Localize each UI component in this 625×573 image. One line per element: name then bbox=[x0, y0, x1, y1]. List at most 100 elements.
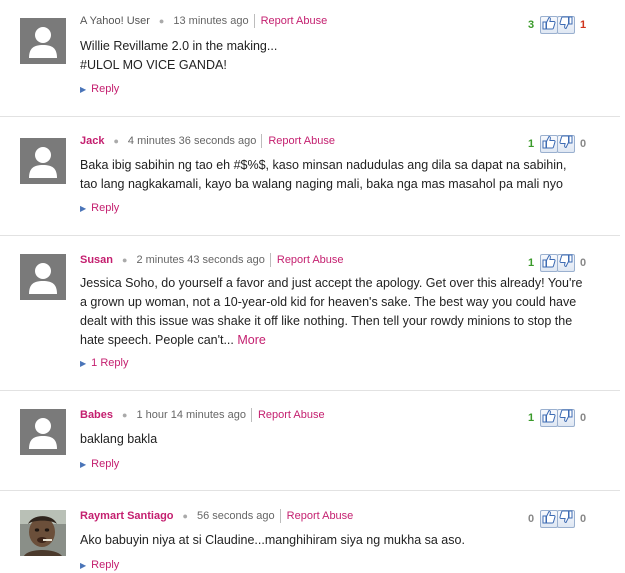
comment-text: Jessica Soho, do yourself a favor and ju… bbox=[80, 276, 583, 290]
report-abuse-link[interactable]: Report Abuse bbox=[287, 510, 354, 522]
comment-text: a grown up woman, not a 10-year-old kid … bbox=[80, 295, 577, 309]
vertical-separator bbox=[250, 408, 252, 422]
report-abuse-link[interactable]: Report Abuse bbox=[277, 254, 344, 266]
vertical-separator bbox=[261, 134, 263, 148]
comment-text-line: hate speech. People can't... More bbox=[80, 331, 600, 350]
thumbs-down-button[interactable] bbox=[557, 16, 575, 34]
thumbs-up-count: 1 bbox=[528, 257, 535, 269]
comment-timestamp: 4 minutes 36 seconds ago bbox=[127, 135, 257, 147]
bullet-separator: ● bbox=[113, 136, 119, 146]
comment-text: Baka ibig sabihin ng tao eh #$%$, kaso m… bbox=[80, 158, 567, 172]
reply-link[interactable]: ▶ Reply bbox=[80, 458, 119, 470]
thumbs-up-button[interactable] bbox=[540, 254, 558, 272]
reply-link[interactable]: ▶ Reply bbox=[80, 559, 119, 571]
user-avatar-photo[interactable] bbox=[20, 510, 66, 556]
comment-text-line: Baka ibig sabihin ng tao eh #$%$, kaso m… bbox=[80, 156, 600, 175]
thumbs-up-icon bbox=[542, 16, 556, 35]
comment-meta: Jack ● 4 minutes 36 seconds ago Report Abus… bbox=[80, 134, 335, 148]
reply-label: Reply bbox=[91, 202, 120, 214]
comment-divider bbox=[0, 235, 620, 236]
report-abuse-link[interactable]: Report Abuse bbox=[258, 409, 325, 421]
thumbs-up-button[interactable] bbox=[540, 510, 558, 528]
comment-text: tao lang nagkakamali, kayo ba walang nag… bbox=[80, 177, 563, 191]
vote-controls: 00 bbox=[528, 510, 590, 528]
reply-link[interactable]: ▶ Reply bbox=[80, 202, 119, 214]
comment-text-line: a grown up woman, not a 10-year-old kid … bbox=[80, 293, 600, 312]
thumbs-up-icon bbox=[542, 409, 556, 428]
comment-text: baklang bakla bbox=[80, 432, 158, 446]
comment-text: #ULOL MO VICE GANDA! bbox=[80, 58, 227, 72]
comment-body: baklang bakla bbox=[80, 430, 600, 449]
thumbs-up-count: 1 bbox=[528, 138, 535, 150]
vote-controls: 10 bbox=[528, 254, 590, 272]
more-link[interactable]: More bbox=[237, 333, 265, 347]
report-abuse-link[interactable]: Report Abuse bbox=[268, 135, 335, 147]
thumbs-up-button[interactable] bbox=[540, 135, 558, 153]
vote-controls: 10 bbox=[528, 135, 590, 153]
comment-timestamp: 13 minutes ago bbox=[173, 15, 249, 27]
default-avatar-icon[interactable] bbox=[20, 409, 66, 455]
vote-controls: 31 bbox=[528, 16, 590, 34]
reply-label: Reply bbox=[91, 458, 120, 470]
comment-divider bbox=[0, 490, 620, 491]
thumbs-down-icon bbox=[559, 135, 573, 154]
comments-list: A Yahoo! User ● 13 minutes ago Report Abuse… bbox=[0, 0, 625, 573]
comment-text: hate speech. People can't... bbox=[80, 333, 238, 347]
reply-label: Reply bbox=[91, 559, 120, 571]
thumbs-up-count: 1 bbox=[528, 412, 535, 424]
vertical-separator bbox=[253, 14, 255, 28]
comment-body: Ako babuyin niya at si Claudine...manghi… bbox=[80, 531, 600, 550]
comment-author[interactable]: Susan bbox=[80, 254, 113, 266]
comment-author[interactable]: Jack bbox=[80, 135, 104, 147]
comment-text-line: tao lang nagkakamali, kayo ba walang nag… bbox=[80, 175, 600, 194]
comment-body: Jessica Soho, do yourself a favor and ju… bbox=[80, 274, 600, 350]
thumbs-up-button[interactable] bbox=[540, 409, 558, 427]
comment-meta: A Yahoo! User ● 13 minutes ago Report Abuse bbox=[80, 14, 327, 28]
thumbs-up-icon bbox=[542, 254, 556, 273]
thumbs-down-icon bbox=[559, 16, 573, 35]
default-avatar-icon[interactable] bbox=[20, 18, 66, 64]
comment-meta: Babes ● 1 hour 14 minutes ago Report Abuse bbox=[80, 408, 325, 422]
comment-author: A Yahoo! User bbox=[80, 15, 150, 27]
thumbs-down-button[interactable] bbox=[557, 510, 575, 528]
thumbs-down-count: 0 bbox=[580, 138, 587, 150]
default-avatar-icon[interactable] bbox=[20, 138, 66, 184]
reply-link[interactable]: ▶ 1 Reply bbox=[80, 357, 128, 369]
thumbs-down-count: 1 bbox=[580, 19, 587, 31]
triangle-right-icon: ▶ bbox=[80, 84, 87, 94]
comment-text-line: Jessica Soho, do yourself a favor and ju… bbox=[80, 274, 600, 293]
vertical-separator bbox=[269, 253, 271, 267]
thumbs-down-count: 0 bbox=[580, 412, 587, 424]
comment-meta: Raymart Santiago ● 56 seconds ago Report Ab… bbox=[80, 509, 353, 523]
comment-body: Willie Revillame 2.0 in the making... #UL… bbox=[80, 37, 600, 75]
vote-controls: 10 bbox=[528, 409, 590, 427]
comment-author[interactable]: Babes bbox=[80, 409, 113, 421]
thumbs-down-button[interactable] bbox=[557, 409, 575, 427]
comment-timestamp: 2 minutes 43 seconds ago bbox=[136, 254, 265, 266]
thumbs-down-icon bbox=[559, 409, 573, 428]
triangle-right-icon: ▶ bbox=[80, 459, 87, 469]
comment-text: dealt with this issue was shake it off l… bbox=[80, 314, 573, 328]
report-abuse-link[interactable]: Report Abuse bbox=[261, 15, 328, 27]
comment-text-line: dealt with this issue was shake it off l… bbox=[80, 312, 600, 331]
bullet-separator: ● bbox=[158, 16, 165, 26]
comment-text-line: #ULOL MO VICE GANDA! bbox=[80, 56, 600, 75]
thumbs-down-button[interactable] bbox=[557, 135, 575, 153]
comment-author[interactable]: Raymart Santiago bbox=[80, 510, 174, 522]
thumbs-up-button[interactable] bbox=[540, 16, 558, 34]
thumbs-up-icon bbox=[542, 135, 556, 154]
comment-text-line: Willie Revillame 2.0 in the making... bbox=[80, 37, 600, 56]
comment-text-line: Ako babuyin niya at si Claudine...manghi… bbox=[80, 531, 600, 550]
reply-link[interactable]: ▶ Reply bbox=[80, 83, 119, 95]
comment-divider bbox=[0, 116, 620, 117]
comment-body: Baka ibig sabihin ng tao eh #$%$, kaso m… bbox=[80, 156, 600, 194]
default-avatar-icon[interactable] bbox=[20, 254, 66, 300]
thumbs-down-button[interactable] bbox=[557, 254, 575, 272]
comment-divider bbox=[0, 390, 620, 391]
comment-timestamp: 56 seconds ago bbox=[196, 510, 275, 522]
reply-label: Reply bbox=[91, 83, 120, 95]
comment-text: Willie Revillame 2.0 in the making... bbox=[80, 39, 278, 53]
reply-label: 1 Reply bbox=[91, 357, 129, 369]
thumbs-up-count: 3 bbox=[528, 19, 535, 31]
thumbs-down-count: 0 bbox=[580, 257, 587, 269]
